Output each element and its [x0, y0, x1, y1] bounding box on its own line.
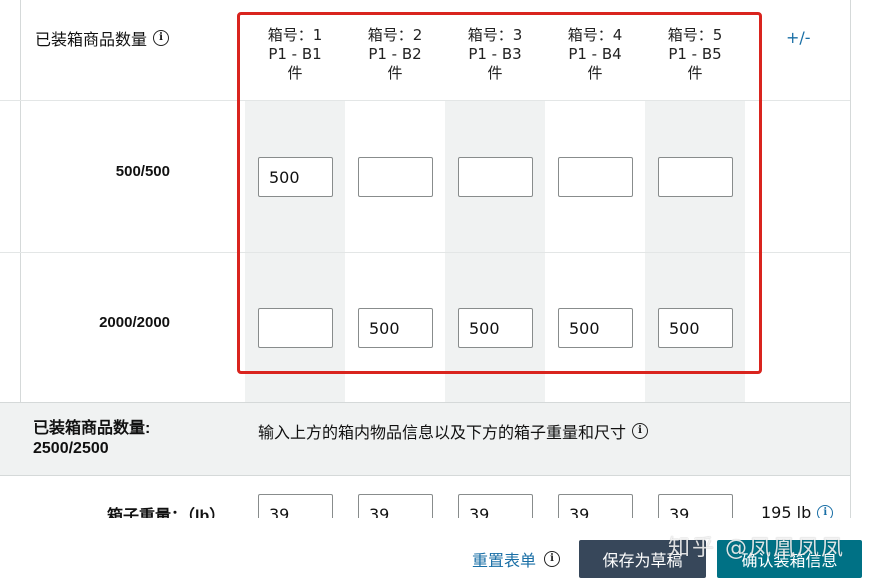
box-unit: 件: [387, 64, 403, 82]
quantity-input[interactable]: [458, 157, 533, 197]
box-header-5: 箱号：5 P1 - B5 件: [645, 26, 745, 83]
quantity-input[interactable]: 500: [558, 308, 633, 348]
weight-input[interactable]: 39: [658, 494, 733, 518]
box-id: P1 - B1: [268, 45, 322, 63]
box-number: 箱号：2: [367, 26, 423, 44]
box-weight-label: 箱子重量：（lb）: [107, 508, 226, 518]
box-header-1: 箱号：1 P1 - B1 件: [245, 26, 345, 83]
info-icon[interactable]: i: [817, 504, 834, 518]
box-id: P1 - B5: [668, 45, 722, 63]
confirm-packing-button[interactable]: 确认装箱信息: [717, 540, 862, 578]
box-header-4: 箱号：4 P1 - B4 件: [545, 26, 645, 83]
box-id: P1 - B2: [368, 45, 422, 63]
packed-quantity-header-text: 已装箱商品数量: [35, 30, 148, 49]
weight-input[interactable]: 39: [558, 494, 633, 518]
add-remove-boxes-link[interactable]: +/-: [786, 28, 811, 47]
box-unit: 件: [687, 64, 703, 82]
weight-input[interactable]: 39: [458, 494, 533, 518]
info-icon[interactable]: i: [153, 30, 170, 46]
quantity-input[interactable]: 500: [458, 308, 533, 348]
quantity-input[interactable]: 500: [658, 308, 733, 348]
save-draft-button[interactable]: 保存为草稿: [579, 540, 706, 578]
packed-total-value: 2500/2500: [33, 440, 109, 457]
info-icon[interactable]: i: [632, 423, 649, 439]
reset-form-text[interactable]: 重置表单: [472, 547, 536, 571]
packed-total-title: 已装箱商品数量:: [33, 420, 151, 437]
box-column-shade-1: [245, 100, 345, 402]
box-column-shade-3: [445, 100, 545, 402]
weight-total-value: 195 lb: [761, 503, 812, 518]
weight-total: 195 lb i: [761, 503, 834, 518]
quantity-input[interactable]: 500: [358, 308, 433, 348]
quantity-input[interactable]: [558, 157, 633, 197]
box-header-2: 箱号：2 P1 - B2 件: [345, 26, 445, 83]
box-unit: 件: [587, 64, 603, 82]
packed-total-label: 已装箱商品数量: 2500/2500: [33, 419, 150, 459]
quantity-input[interactable]: [358, 157, 433, 197]
info-icon[interactable]: i: [544, 551, 561, 567]
box-packing-table: 已装箱商品数量 i 箱号：1 P1 - B1 件 箱号：2 P1 - B2 件 …: [0, 0, 851, 518]
summary-hint-text: 输入上方的箱内物品信息以及下方的箱子重量和尺寸: [258, 423, 627, 442]
header-divider: [0, 100, 850, 101]
quantity-input[interactable]: 500: [258, 157, 333, 197]
row-divider: [0, 252, 850, 253]
weight-input[interactable]: 39: [358, 494, 433, 518]
summary-hint: 输入上方的箱内物品信息以及下方的箱子重量和尺寸 i: [258, 419, 649, 443]
box-unit: 件: [287, 64, 303, 82]
box-column-shade-5: [645, 100, 745, 402]
box-number: 箱号：1: [267, 26, 323, 44]
box-number: 箱号：5: [667, 26, 723, 44]
box-id: P1 - B3: [468, 45, 522, 63]
row-quantity-label: 500/500: [115, 163, 170, 180]
row-quantity-label: 2000/2000: [99, 314, 170, 331]
box-number: 箱号：4: [567, 26, 623, 44]
weight-input[interactable]: 39: [258, 494, 333, 518]
reset-form-link[interactable]: 重置表单 i: [472, 547, 561, 571]
table-left-border: [20, 0, 21, 402]
box-header-3: 箱号：3 P1 - B3 件: [445, 26, 545, 83]
quantity-input[interactable]: [658, 157, 733, 197]
box-unit: 件: [487, 64, 503, 82]
box-id: P1 - B4: [568, 45, 622, 63]
packed-quantity-header: 已装箱商品数量 i: [35, 26, 170, 50]
quantity-input[interactable]: [258, 308, 333, 348]
box-number: 箱号：3: [467, 26, 523, 44]
